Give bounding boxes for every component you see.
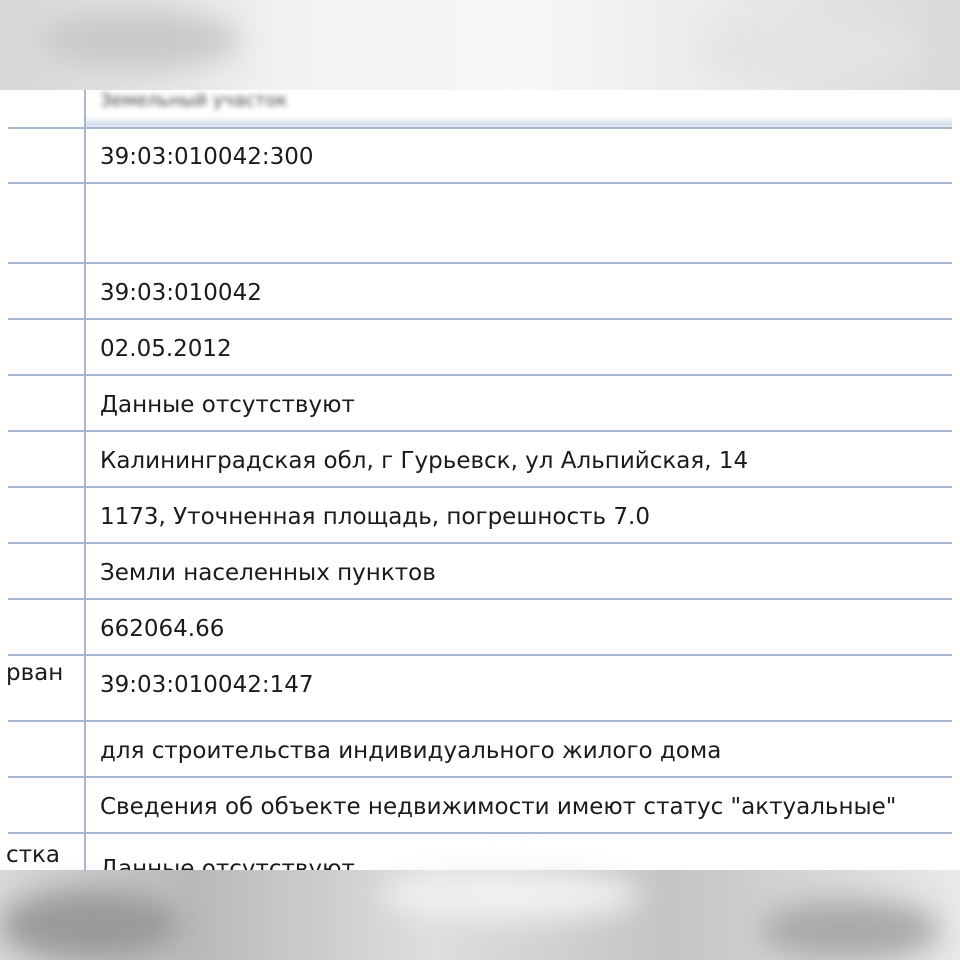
row-divider — [8, 182, 952, 184]
data-missing-value: Данные отсутствуют — [100, 856, 355, 870]
row-divider — [8, 654, 952, 656]
cadastral-number-value: 39:03:010042:300 — [100, 144, 314, 170]
row-divider — [8, 374, 952, 376]
permitted-use-value: для строительства индивидуального жилого… — [100, 738, 722, 764]
row-divider — [8, 262, 952, 264]
row-divider — [8, 318, 952, 320]
status-value: Сведения об объекте недвижимости имеют с… — [100, 794, 897, 820]
area-value: 1173, Уточненная площадь, погрешность 7.… — [100, 504, 650, 530]
blurred-top-background — [0, 0, 960, 90]
cadastral-block-value: 39:03:010042 — [100, 280, 262, 306]
column-divider — [84, 90, 86, 870]
address-value: Калининградская обл, г Гурьевск, ул Альп… — [100, 448, 749, 474]
registration-date-value: 02.05.2012 — [100, 336, 232, 362]
data-missing-value: Данные отсутствуют — [100, 392, 355, 418]
row-divider — [8, 598, 952, 600]
blur-blob — [700, 20, 920, 80]
blur-blob — [40, 10, 240, 70]
truncated-left-label: стка — [6, 842, 61, 868]
blurred-column-header: Земельный участок — [100, 90, 288, 111]
blurred-bottom-background — [0, 870, 960, 960]
blur-blob — [760, 900, 940, 960]
blur-blob — [380, 870, 640, 920]
truncated-left-label: рван — [6, 660, 64, 686]
row-divider — [8, 832, 952, 834]
row-divider — [8, 542, 952, 544]
related-object-value: 39:03:010042:147 — [100, 672, 314, 698]
document-table: Земельный участок 39:03:010042:300 39:03… — [0, 90, 960, 870]
row-divider — [8, 486, 952, 488]
row-divider — [8, 776, 952, 778]
row-divider — [8, 127, 952, 129]
blur-blob — [0, 890, 180, 960]
cadastral-value: 662064.66 — [100, 616, 225, 642]
row-divider — [8, 430, 952, 432]
land-category-value: Земли населенных пунктов — [100, 560, 436, 586]
row-divider — [8, 720, 952, 722]
